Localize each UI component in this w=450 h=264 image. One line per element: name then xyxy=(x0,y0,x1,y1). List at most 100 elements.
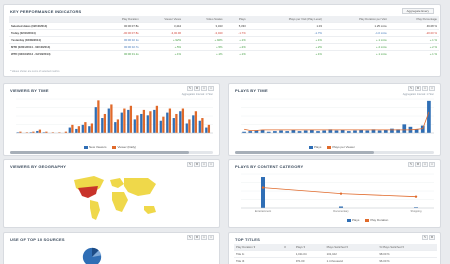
table-row[interactable]: Title 1t 1,011.04 101,102 98.00 % xyxy=(234,250,437,258)
legend-item[interactable]: Plays xyxy=(347,218,359,222)
bar xyxy=(81,124,84,133)
bar xyxy=(107,108,110,133)
table-cell: 971.00 xyxy=(293,257,325,264)
panel-toolbar: ✎ ⚙ ⇩ × xyxy=(408,162,435,167)
panel-toolbar: ✎ ⚙ ⇩ × xyxy=(187,86,214,91)
kpi-cell: 1.03 xyxy=(247,22,324,30)
bar xyxy=(334,130,339,133)
legend-item[interactable]: Plays xyxy=(309,145,321,149)
chart-legend: Plays Plays per Viewer xyxy=(309,145,355,149)
export-icon[interactable]: ⇩ xyxy=(201,235,207,240)
legend-item[interactable]: Viewer (Daily) xyxy=(112,145,136,149)
export-icon[interactable]: ⇩ xyxy=(201,86,207,91)
plays-by-time-chart xyxy=(241,98,434,134)
legend-item[interactable]: Play Duration xyxy=(365,218,388,222)
close-icon[interactable]: × xyxy=(208,86,214,91)
bar xyxy=(402,124,407,133)
settings-icon[interactable]: ⚙ xyxy=(194,235,200,240)
point xyxy=(339,192,343,195)
bar xyxy=(420,125,425,133)
top-titles-panel: TOP TITLES ✎ ⚙ Play Duration ▾ # Plays ▾… xyxy=(228,232,441,264)
map-usa-highlight xyxy=(78,186,98,198)
panel-title: TOP TITLES xyxy=(235,237,260,242)
settings-icon[interactable]: ⚙ xyxy=(415,162,421,167)
legend-swatch xyxy=(309,145,313,149)
map-africa xyxy=(112,192,128,212)
close-icon[interactable]: × xyxy=(208,235,214,240)
bar xyxy=(36,130,39,133)
close-icon[interactable]: × xyxy=(208,162,214,167)
kpi-cell: +.1 mins xyxy=(323,36,389,44)
kpi-panel: KEY PERFORMANCE INDICATORS Aggregate Eve… xyxy=(3,4,441,77)
map-europe xyxy=(110,178,124,188)
table-cell: 98.00 % xyxy=(377,250,437,258)
bar xyxy=(303,130,308,133)
sources-pie-chart[interactable] xyxy=(80,247,104,264)
close-icon[interactable]: × xyxy=(429,162,435,167)
export-icon[interactable]: ⇩ xyxy=(201,162,207,167)
kpi-cell: +.5% xyxy=(183,43,225,51)
bar xyxy=(353,130,357,133)
chart-scrollbar[interactable] xyxy=(235,151,434,154)
bar xyxy=(185,123,188,133)
bar xyxy=(136,115,139,133)
bar xyxy=(194,111,198,133)
bar xyxy=(291,129,296,133)
tick-label: Entertainment xyxy=(255,209,271,213)
kpi-cell: +.1% xyxy=(224,50,248,57)
settings-icon[interactable]: ⚙ xyxy=(194,162,200,167)
close-icon[interactable]: × xyxy=(429,86,435,91)
bar xyxy=(120,112,123,133)
bar xyxy=(192,115,195,133)
bar xyxy=(88,126,91,133)
kpi-row-label: Today (02/10/2014) xyxy=(9,29,99,37)
bar xyxy=(168,108,172,133)
edit-icon[interactable]: ✎ xyxy=(187,86,193,91)
settings-icon[interactable]: ⚙ xyxy=(415,86,421,91)
legend-item[interactable]: New Viewers xyxy=(84,145,106,149)
bar xyxy=(377,130,382,133)
edit-icon[interactable]: ✎ xyxy=(408,86,414,91)
bar xyxy=(390,128,394,133)
kpi-cell: 00:00:07:8s xyxy=(98,22,141,30)
kpi-cell: +.92% xyxy=(140,36,184,44)
kpi-cell: +.1 mins xyxy=(323,50,389,57)
panel-toolbar: ✎ ⚙ ⇩ × xyxy=(187,162,214,167)
bar xyxy=(71,124,74,133)
point xyxy=(261,186,265,189)
bar xyxy=(149,111,152,133)
tick-label: Documentary xyxy=(333,209,349,213)
export-icon[interactable]: ⇩ xyxy=(422,162,428,167)
settings-icon[interactable]: ⚙ xyxy=(429,235,435,240)
table-cell xyxy=(282,250,294,258)
kpi-cell: 3,343 xyxy=(183,22,225,30)
panel-title: PLAYS BY TIME xyxy=(235,88,268,93)
bar xyxy=(261,177,265,208)
table-row[interactable]: Title 3t 971.00 1.4 thousand 96.00 % xyxy=(234,257,437,264)
viewers-by-time-chart xyxy=(16,98,213,134)
legend-label: Plays xyxy=(352,218,360,222)
bar xyxy=(114,122,117,133)
bar xyxy=(123,108,126,133)
kpi-cell: +.2 mins xyxy=(323,43,389,51)
export-icon[interactable]: ⇩ xyxy=(422,86,428,91)
edit-icon[interactable]: ✎ xyxy=(187,162,193,167)
aggregate-button[interactable]: Aggregate Every xyxy=(401,8,434,14)
settings-icon[interactable]: ⚙ xyxy=(194,86,200,91)
bar xyxy=(146,115,149,133)
legend-label: Plays per Viewer xyxy=(332,145,355,149)
chart-scrollbar[interactable] xyxy=(10,151,213,154)
bar xyxy=(188,119,191,133)
kpi-cell: 00:00 02.7s xyxy=(98,43,141,51)
scrollbar-thumb[interactable] xyxy=(10,151,189,154)
edit-icon[interactable]: ✎ xyxy=(408,162,414,167)
bar xyxy=(172,118,175,133)
scrollbar-thumb[interactable] xyxy=(235,151,375,154)
kpi-cell: 46.08 % xyxy=(388,22,439,30)
edit-icon[interactable]: ✎ xyxy=(187,235,193,240)
legend-item[interactable]: Plays per Viewer xyxy=(327,145,355,149)
edit-icon[interactable]: ✎ xyxy=(422,235,428,240)
point xyxy=(414,195,418,198)
world-map[interactable] xyxy=(64,170,164,226)
kpi-cell: 3,444 xyxy=(140,22,184,30)
